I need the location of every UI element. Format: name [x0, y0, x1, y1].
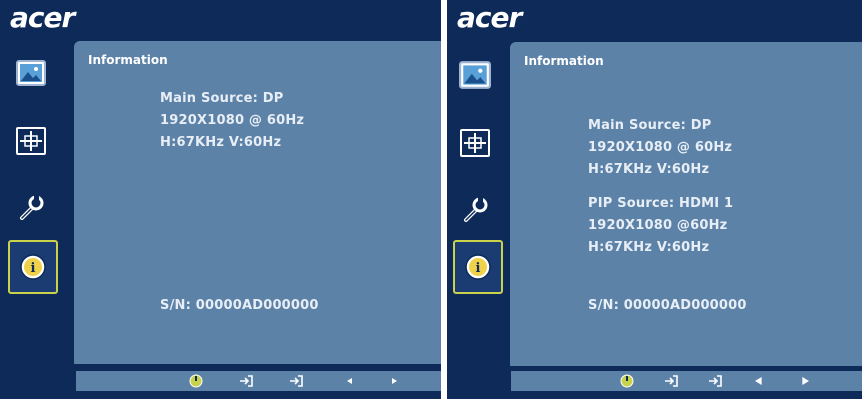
main-source-label: Main Source: DP	[160, 91, 284, 106]
right-arrow-icon[interactable]	[797, 373, 813, 389]
main-resolution-label: 1920X1080 @ 60Hz	[588, 140, 733, 155]
main-frequency-label: H:67KHz V:60Hz	[160, 135, 282, 150]
main-source-label: Main Source: DP	[588, 118, 712, 133]
power-icon[interactable]	[619, 373, 635, 389]
pip-source-label: PIP Source: HDMI 1	[588, 196, 734, 211]
acer-logo: acer	[10, 1, 75, 34]
acer-logo: acer	[457, 1, 522, 34]
setup-wrench-icon	[460, 194, 490, 224]
setup-menu-button[interactable]	[12, 188, 50, 226]
main-resolution-label: 1920X1080 @ 60Hz	[160, 113, 305, 128]
exit-icon[interactable]	[288, 373, 304, 389]
picture-icon	[16, 60, 46, 86]
osd-sidebar: i	[0, 44, 70, 369]
display-menu-button[interactable]	[456, 124, 494, 162]
picture-menu-button[interactable]	[456, 56, 494, 94]
information-panel: Information Main Source: DP 1920X1080 @ …	[510, 42, 862, 366]
setup-menu-button[interactable]	[456, 190, 494, 228]
input-enter-icon[interactable]	[238, 373, 254, 389]
osd-screen-left: acer i Information Main Source: DP 1920X…	[0, 0, 441, 399]
left-arrow-icon[interactable]	[751, 373, 767, 389]
picture-icon	[459, 61, 491, 89]
exit-icon[interactable]	[707, 373, 723, 389]
picture-menu-button[interactable]	[12, 54, 50, 92]
osd-bottom-bar	[76, 371, 441, 391]
display-menu-button[interactable]	[12, 122, 50, 160]
display-position-icon	[459, 129, 491, 157]
osd-bottom-bar	[511, 371, 862, 391]
panel-title: Information	[524, 54, 604, 68]
input-enter-icon[interactable]	[663, 373, 679, 389]
serial-number-label: S/N: 00000AD000000	[160, 298, 319, 313]
setup-wrench-icon	[16, 192, 46, 222]
left-arrow-icon[interactable]	[342, 373, 358, 389]
pip-resolution-label: 1920X1080 @60Hz	[588, 218, 728, 233]
right-arrow-icon[interactable]	[386, 373, 402, 389]
information-panel: Information Main Source: DP 1920X1080 @ …	[74, 41, 441, 364]
main-frequency-label: H:67KHz V:60Hz	[588, 162, 710, 177]
osd-sidebar: i	[447, 44, 517, 369]
panel-title: Information	[88, 53, 168, 67]
display-position-icon	[16, 127, 46, 155]
svg-text:i: i	[31, 261, 36, 276]
osd-screen-right: acer i Information Main Source: DP 1920X…	[447, 0, 862, 399]
serial-number-label: S/N: 00000AD000000	[588, 298, 747, 313]
svg-text:i: i	[476, 261, 481, 276]
information-menu-button[interactable]: i	[8, 240, 58, 294]
information-icon: i	[464, 253, 492, 281]
pip-frequency-label: H:67KHz V:60Hz	[588, 240, 710, 255]
information-menu-button[interactable]: i	[453, 240, 503, 294]
power-icon[interactable]	[188, 373, 204, 389]
information-icon: i	[19, 253, 47, 281]
